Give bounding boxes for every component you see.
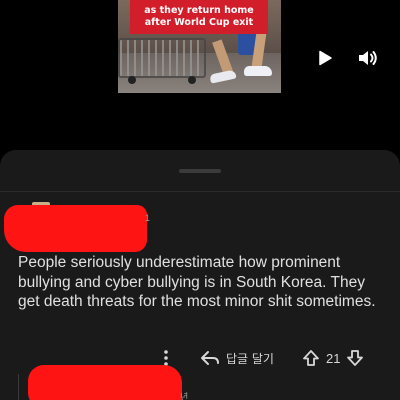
caption-line-2: after World Cup exit [144, 17, 254, 28]
redacted-username [28, 365, 182, 400]
reply-button[interactable]: 답글 달기 [200, 346, 274, 370]
thread-line [18, 374, 19, 400]
reply-arrow-icon [201, 351, 219, 365]
video-player[interactable]: as they return home after World Cup exit [0, 0, 400, 150]
upvote-button[interactable] [302, 349, 320, 367]
volume-icon [359, 51, 377, 65]
downvote-button[interactable] [346, 349, 364, 367]
upvote-arrow-icon [303, 350, 319, 366]
volume-button[interactable] [357, 48, 379, 68]
vote-controls: 21 [302, 346, 364, 370]
divider [0, 191, 400, 192]
video-thumbnail[interactable]: as they return home after World Cup exit [118, 0, 281, 93]
caption-line-1: as they return home [144, 5, 254, 16]
sheet-drag-handle[interactable] [179, 169, 221, 173]
video-caption: as they return home after World Cup exit [130, 0, 268, 34]
vote-score: 21 [326, 350, 341, 366]
play-icon [319, 50, 332, 66]
comment-body: People seriously underestimate how promi… [18, 254, 376, 310]
next-comment-badge: 년 [180, 392, 189, 400]
redacted-username [4, 205, 147, 252]
comments-sheet: 1 People seriously underestimate how pro… [0, 150, 400, 400]
reply-label: 답글 달기 [226, 351, 274, 366]
shopping-cart-image [118, 38, 206, 78]
play-button[interactable] [315, 48, 335, 68]
comment-badge: 1 [145, 213, 151, 223]
downvote-arrow-icon [347, 350, 364, 366]
